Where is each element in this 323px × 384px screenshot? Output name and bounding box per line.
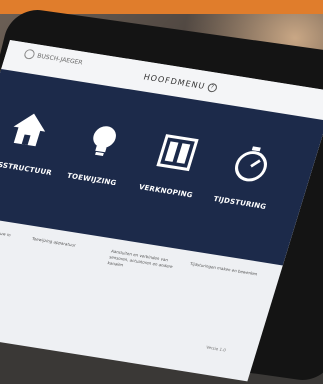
tile-description: Indelen van het gebouw in [0,224,12,238]
brand-mark-icon [23,48,36,60]
tile-tijdsturing[interactable]: TIJDSTURING [204,140,292,213]
page-title-text: HOOFDMENU [142,72,207,91]
tile-description: Tijdsturingen maken en bewerken [189,261,259,277]
page-title: HOOFDMENU ? [142,72,219,93]
tile-label: TIJDSTURING [212,194,268,211]
lightbulb-icon [93,126,116,156]
tile-label: HUISSTRUCTUUR [0,158,53,178]
switch-icon [156,134,199,172]
brand-name: BUSCH-JAEGER [36,52,84,66]
tile-label: TOEWIJZING [65,171,118,188]
tile-label: VERKNOPING [137,183,194,200]
brand-logo: BUSCH-JAEGER [23,48,84,68]
tile-description: Toewijzing apparatuur [31,235,77,248]
footer-text: Versie 1.0 [205,344,227,353]
timer-icon [235,146,267,182]
tile-verknoping[interactable]: VERKNOPING [130,128,218,201]
house-icon [13,113,46,147]
tile-toewijzing[interactable]: TOEWIJZING [56,116,144,189]
tile-description: Aansluiten en verbinden van sensoren, ac… [106,248,174,270]
help-icon[interactable]: ? [206,82,219,93]
